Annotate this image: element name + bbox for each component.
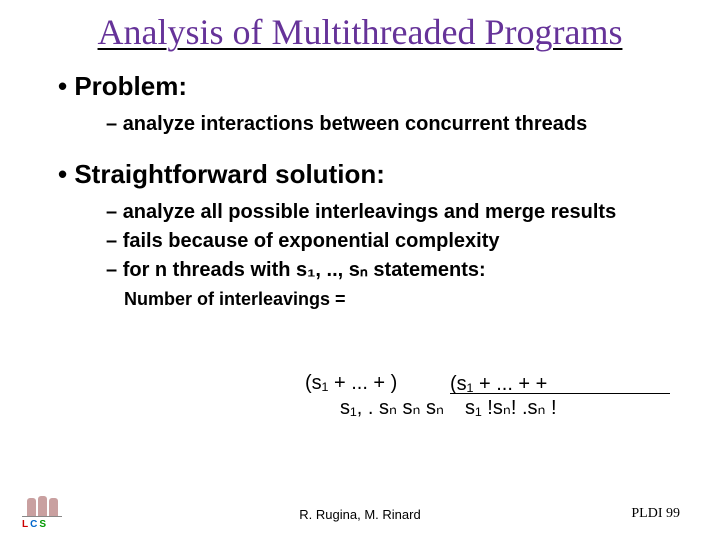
solution-item-2: fails because of exponential complexity [106,229,670,254]
footer: LCS R. Rugina, M. Rinard PLDI 99 [0,500,720,530]
solution-item-3: for n threads with s₁, .., sₙ statements… [106,258,670,283]
problem-heading: Problem: [58,71,670,102]
formula-numerator-left: (s₁ + ... + ) [305,372,397,395]
conference-label: PLDI 99 [631,506,680,522]
formula-denom-left: s₁, . sₙ sₙ sₙ [340,395,444,420]
slide-title: Analysis of Multithreaded Programs [0,0,720,53]
slide-content: Problem: analyze interactions between co… [0,53,720,310]
interleavings-label: Number of interleavings = [124,289,670,310]
problem-item: analyze interactions between concurrent … [106,112,670,137]
solution-item-1: analyze all possible interleavings and m… [106,200,670,225]
formula-denom-right: s₁ !sₙ! .sₙ ! [465,395,557,420]
solution-heading: Straightforward solution: [58,159,670,190]
authors: R. Rugina, M. Rinard [0,507,720,522]
fraction-bar [450,393,670,394]
